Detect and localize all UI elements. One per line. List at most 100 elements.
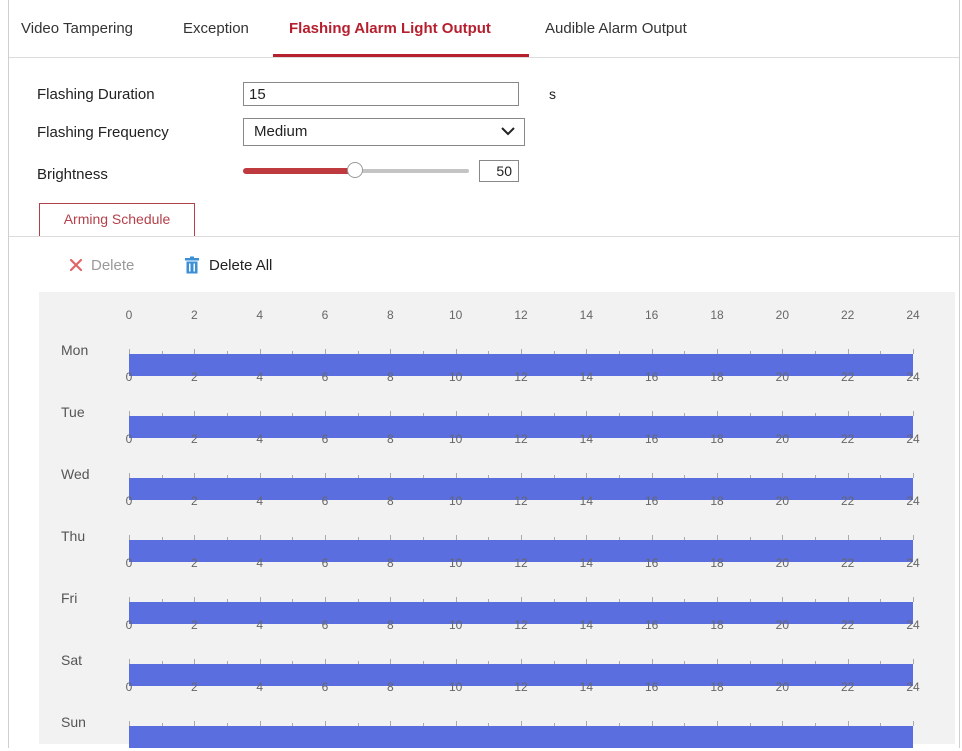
schedule-row-tue: Tue 0 2 4 6 8 10 12 14 16 18 20 22 24 (39, 370, 955, 438)
hour-tick-label: 14 (579, 370, 594, 384)
hour-tick-label: 6 (321, 494, 329, 508)
tab-exception[interactable]: Exception (183, 20, 249, 37)
hour-tick-label: 6 (321, 432, 329, 446)
trash-icon (185, 256, 199, 274)
hour-tick-label: 8 (386, 370, 394, 384)
hour-tick-label: 12 (514, 308, 528, 322)
hour-tick-label: 20 (775, 308, 790, 322)
hour-tick-label: 20 (775, 556, 790, 570)
hour-tick-label: 18 (710, 494, 724, 508)
schedule-divider (9, 236, 959, 237)
flashing-frequency-label: Flashing Frequency (37, 124, 169, 141)
hour-tick-label: 24 (906, 432, 920, 446)
tab-flashing-alarm-light-output[interactable]: Flashing Alarm Light Output (289, 20, 491, 37)
hour-tick-mark (913, 349, 914, 354)
hour-tick-label: 14 (579, 432, 594, 446)
hour-tick-label: 14 (579, 494, 594, 508)
delete-all-button[interactable]: Delete All (183, 256, 293, 276)
hour-tick-label: 14 (579, 556, 594, 570)
hour-tick-label: 22 (840, 680, 855, 694)
hour-tick-label: 10 (448, 432, 463, 446)
day-label: Thu (61, 528, 86, 544)
close-icon (69, 258, 83, 272)
hour-tick-label: 0 (125, 494, 133, 508)
hour-tick-label: 10 (448, 556, 463, 570)
hour-tick-label: 12 (514, 556, 528, 570)
hour-tick-label: 8 (386, 618, 394, 632)
hour-tick-label: 20 (775, 370, 790, 384)
hour-tick-label: 22 (840, 494, 855, 508)
hour-tick-label: 10 (448, 494, 463, 508)
weekly-schedule-grid: Mon 0 2 4 6 8 10 12 14 16 18 20 22 24 Tue 0 2 4 6 8 10 12 14 16… (39, 292, 955, 748)
hour-tick-label: 16 (644, 308, 659, 322)
hour-tick-label: 16 (644, 556, 659, 570)
brightness-slider-thumb[interactable] (347, 162, 363, 178)
hour-tick-label: 16 (644, 618, 659, 632)
hour-tick-label: 8 (386, 308, 394, 322)
hour-tick-label: 8 (386, 680, 394, 694)
hour-tick-label: 4 (256, 680, 263, 694)
flashing-duration-input[interactable] (243, 82, 519, 106)
hour-tick-mark (913, 597, 914, 602)
hour-tick-label: 0 (125, 308, 133, 322)
schedule-row-mon: Mon 0 2 4 6 8 10 12 14 16 18 20 22 24 (39, 308, 955, 376)
hour-tick-label: 22 (840, 432, 855, 446)
chevron-down-icon (501, 127, 515, 136)
hour-tick-label: 2 (190, 494, 198, 508)
schedule-row-thu: Thu 0 2 4 6 8 10 12 14 16 18 20 22 24 (39, 494, 955, 562)
hour-tick-label: 10 (448, 308, 463, 322)
hour-tick-label: 16 (644, 680, 659, 694)
flashing-duration-label: Flashing Duration (37, 86, 155, 103)
delete-button[interactable]: Delete (67, 256, 157, 276)
hour-tick-label: 12 (514, 432, 528, 446)
hour-tick-label: 16 (644, 370, 659, 384)
flashing-frequency-select[interactable]: Medium (243, 118, 525, 146)
schedule-bar-sun[interactable] (129, 726, 913, 748)
hour-tick-label: 18 (710, 680, 724, 694)
hour-tick-mark (913, 535, 914, 540)
hour-tick-label: 2 (190, 370, 198, 384)
brightness-value-field[interactable]: 50 (479, 160, 519, 182)
hour-tick-label: 8 (386, 432, 394, 446)
brightness-slider[interactable] (243, 160, 469, 182)
tab-video-tampering[interactable]: Video Tampering (21, 20, 133, 37)
hour-tick-mark (913, 473, 914, 478)
duration-unit: s (549, 86, 556, 102)
flashing-frequency-value: Medium (254, 123, 308, 140)
hour-tick-label: 24 (906, 618, 920, 632)
schedule-row-sun: Sun 0 2 4 6 8 10 12 14 16 18 20 22 24 (39, 680, 955, 748)
hour-tick-label: 10 (448, 370, 463, 384)
hour-tick-label: 24 (906, 680, 920, 694)
hour-tick-label: 4 (256, 370, 263, 384)
hour-tick-label: 6 (321, 556, 329, 570)
hour-tick-label: 6 (321, 308, 329, 322)
hour-tick-mark (913, 411, 914, 416)
hour-tick-label: 4 (256, 618, 263, 632)
day-label: Mon (61, 342, 89, 358)
hour-tick-label: 2 (190, 680, 198, 694)
alarm-settings-panel: Video Tampering Exception Flashing Alarm… (8, 0, 960, 748)
hour-tick-label: 8 (386, 494, 394, 508)
hour-tick-label: 0 (125, 618, 133, 632)
day-label: Wed (61, 466, 90, 482)
hour-tick-label: 4 (256, 308, 263, 322)
hour-tick-label: 18 (710, 432, 724, 446)
schedule-row-wed: Wed 0 2 4 6 8 10 12 14 16 18 20 22 24 (39, 432, 955, 500)
hour-tick-label: 2 (190, 618, 198, 632)
hour-tick-label: 4 (256, 556, 263, 570)
hour-tick-label: 18 (710, 556, 724, 570)
hour-tick-label: 24 (906, 370, 920, 384)
hour-tick-label: 22 (840, 618, 855, 632)
hour-tick-label: 20 (775, 432, 790, 446)
hour-tick-label: 10 (448, 618, 463, 632)
hour-tick-label: 12 (514, 680, 528, 694)
hour-tick-label: 16 (644, 432, 659, 446)
tab-arming-schedule[interactable]: Arming Schedule (39, 203, 195, 236)
tab-audible-alarm-output[interactable]: Audible Alarm Output (545, 20, 687, 37)
hour-tick-label: 14 (579, 308, 594, 322)
hour-tick-mark (913, 721, 914, 726)
brightness-slider-fill (243, 168, 356, 174)
hour-tick-label: 6 (321, 618, 329, 632)
hour-tick-label: 4 (256, 494, 263, 508)
hour-tick-label: 22 (840, 556, 855, 570)
